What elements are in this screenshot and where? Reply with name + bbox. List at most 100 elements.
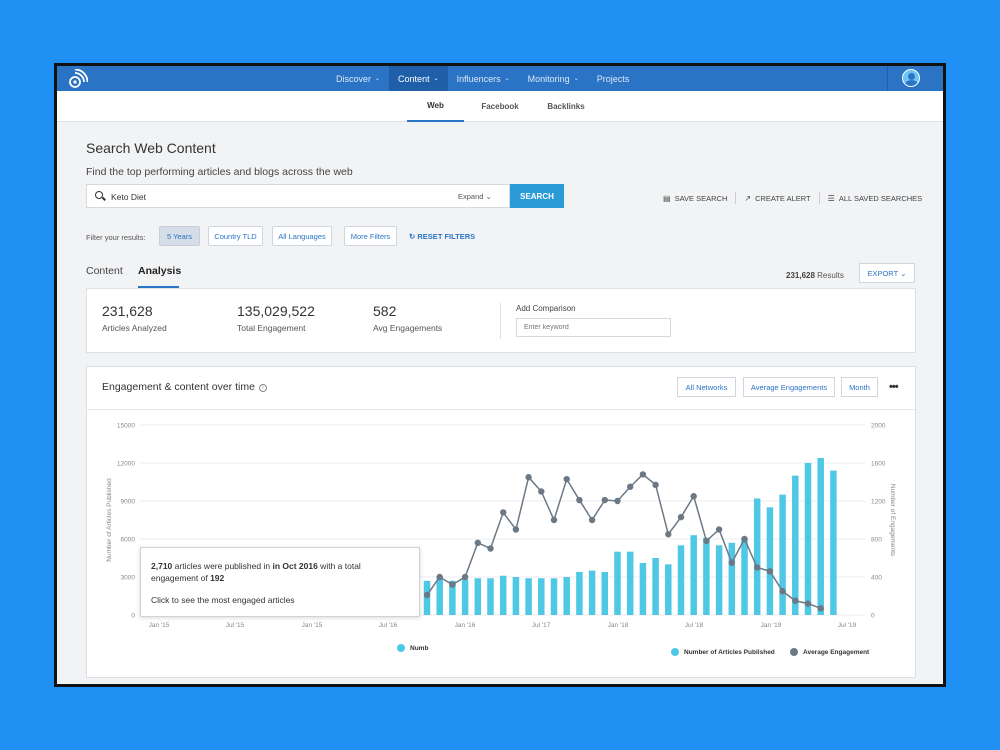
engagement-point (690, 493, 697, 500)
engagement-line (426, 473, 821, 610)
x-tick-label: Jan '15 (302, 622, 323, 629)
nav-item-discover[interactable]: Discover ⌄ (327, 66, 389, 91)
create-alert-label: CREATE ALERT (755, 193, 811, 203)
stat-avg-value: 582 (373, 303, 397, 319)
bar (677, 545, 685, 615)
engagement-point (766, 568, 774, 575)
bar (703, 537, 710, 615)
x-tick-label: Jul '16 (379, 622, 398, 629)
user-menu[interactable] (887, 66, 943, 91)
search-icon (95, 191, 103, 199)
tooltip-count: 2,710 (151, 561, 173, 571)
engagement-point (588, 516, 596, 524)
bar (728, 542, 736, 615)
engagement-point (487, 545, 494, 552)
engagement-chart[interactable]: 0 3000 6000 9000 12000 15000 0 400 800 1200 1600 20… (87, 367, 915, 677)
nav-item-content[interactable]: Content ⌄ (389, 66, 448, 91)
avatar[interactable] (902, 69, 920, 87)
bar (766, 507, 774, 615)
bar (830, 470, 837, 615)
chevron-down-icon: ⌄ (504, 76, 510, 82)
bar (588, 570, 596, 615)
expand-label: Expand (458, 192, 484, 201)
x-tick-label: Jul '19 (838, 622, 857, 629)
filter-5-years[interactable]: 5 Years (159, 226, 200, 246)
engagement-point (665, 531, 672, 538)
y-tick-label: 9000 (121, 499, 136, 506)
expand-dropdown[interactable]: Expand ⌄ (458, 192, 492, 201)
y2-tick-label: 1600 (871, 461, 886, 468)
save-search-button[interactable]: ▤ SAVE SEARCH (663, 194, 727, 203)
bar (715, 545, 723, 615)
engagement-point (627, 483, 634, 490)
nav-item-influencers[interactable]: Influencers ⌄ (448, 66, 519, 91)
chart-tooltip[interactable]: 2,710 articles were published in in Oct … (140, 547, 420, 617)
list-icon: ☰ (827, 193, 835, 203)
page-title: Search Web Content (86, 140, 216, 156)
add-comparison-label: Add Comparison (516, 304, 576, 313)
engagement-point (779, 588, 786, 595)
tab-content[interactable]: Content (86, 265, 123, 277)
legend-bar-dot (397, 644, 405, 652)
results-count: 231,628 Results (786, 271, 844, 280)
engagement-point (461, 573, 469, 581)
nav-item-label: Discover (336, 73, 372, 84)
stat-articles-label: Articles Analyzed (102, 323, 167, 333)
stat-engagement-value: 135,029,522 (237, 303, 315, 319)
legend-engagement[interactable]: Average Engagement (790, 648, 869, 656)
tab-backlinks[interactable]: Backlinks (541, 91, 591, 122)
filter-more[interactable]: More Filters (344, 226, 397, 246)
stat-articles: 231,628 Articles Analyzed (102, 303, 167, 333)
x-tick-label: Jan '19 (761, 622, 782, 629)
filter-country-tld[interactable]: Country TLD (208, 226, 263, 246)
chevron-down-icon: ⌄ (900, 268, 907, 278)
bar (461, 579, 469, 615)
nav-item-projects[interactable]: Projects (588, 66, 639, 91)
bar (538, 578, 545, 615)
bar (817, 457, 824, 615)
engagement-point (500, 509, 507, 516)
x-tick-label: Jul '18 (685, 622, 704, 629)
brand-logo-icon[interactable] (68, 69, 88, 89)
engagement-point (804, 600, 812, 607)
legend-articles[interactable]: Number of Articles Published (671, 648, 775, 656)
bar (639, 563, 647, 615)
nav-item-label: Content (398, 73, 430, 84)
tab-analysis[interactable]: Analysis (138, 265, 181, 277)
tooltip-link[interactable]: Click to see the most engaged articles (151, 594, 409, 606)
nav-item-label: Influencers (456, 73, 501, 84)
export-button[interactable]: EXPORT ⌄ (859, 263, 915, 283)
stat-engagement-label: Total Engagement (237, 323, 306, 333)
engagement-point (652, 481, 659, 489)
tooltip-text-1: articles were published in (172, 561, 273, 571)
main-nav: Discover ⌄ Content ⌄ Influencers ⌄ Monitoring ⌄… (327, 66, 638, 91)
bar (563, 577, 570, 615)
engagement-point (525, 474, 532, 481)
divider (500, 303, 501, 339)
search-button[interactable]: SEARCH (510, 184, 564, 208)
search-input[interactable] (111, 189, 411, 204)
y2-tick-label: 800 (871, 537, 882, 544)
x-tick-label: Jul '15 (226, 622, 245, 629)
tab-facebook[interactable]: Facebook (475, 91, 525, 122)
export-label: EXPORT (867, 268, 899, 278)
all-saved-searches-button[interactable]: ☰ ALL SAVED SEARCHES (828, 194, 923, 203)
nav-item-monitoring[interactable]: Monitoring ⌄ (519, 66, 588, 91)
comparison-keyword-input[interactable] (516, 318, 671, 337)
tab-web[interactable]: Web (407, 91, 464, 122)
legend-articles-label: Number of Articles Published (684, 648, 775, 656)
create-alert-button[interactable]: ↗ CREATE ALERT (744, 194, 810, 203)
engagement-point (817, 605, 824, 612)
reset-filters-button[interactable]: ↻ RESET FILTERS (409, 232, 475, 241)
y2-axis-label: Number of Engagements (889, 484, 896, 557)
x-tick-label: Jul '17 (532, 622, 551, 629)
stat-avg-label: Avg Engagements (373, 323, 443, 333)
engagement-point (754, 564, 761, 571)
stats-card: 231,628 Articles Analyzed 135,029,522 To… (86, 288, 916, 353)
tooltip-month: in Oct 2016 (272, 561, 318, 571)
refresh-icon: ↻ (409, 232, 416, 241)
engagement-point (614, 497, 621, 505)
engagement-point (550, 516, 558, 524)
filter-all-languages[interactable]: All Languages (272, 226, 332, 246)
bar (601, 571, 609, 615)
